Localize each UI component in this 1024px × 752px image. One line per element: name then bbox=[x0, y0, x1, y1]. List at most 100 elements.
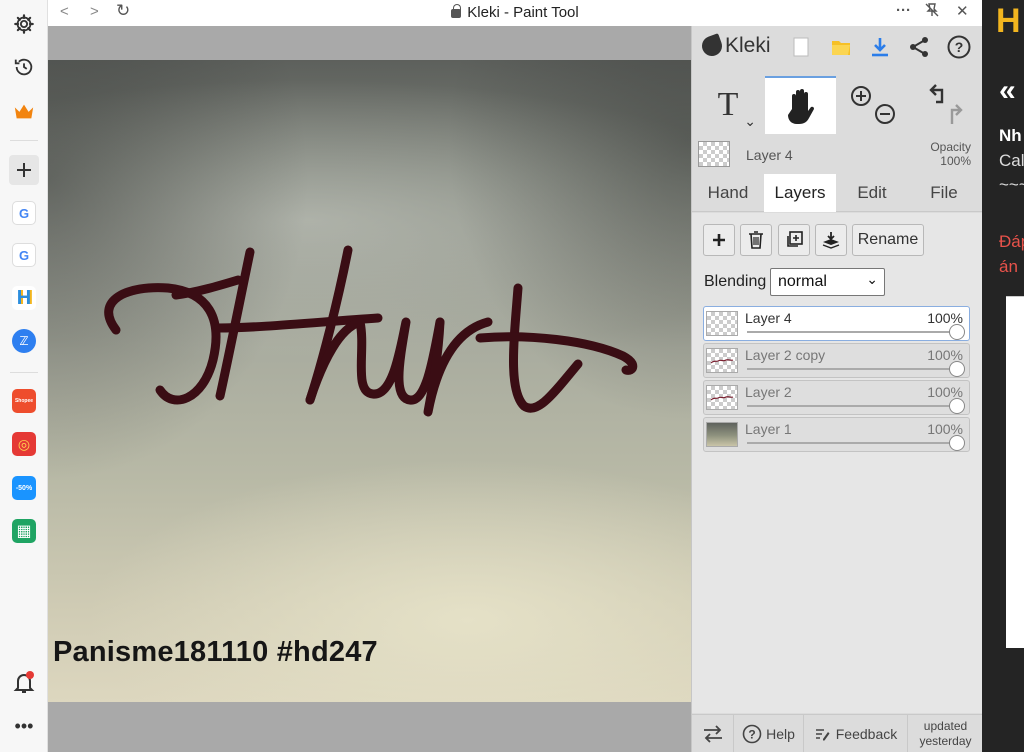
layers-panel: Rename Blending normal ⌄ Layer 4 100% La… bbox=[692, 213, 983, 713]
history-icon bbox=[14, 58, 33, 76]
sidebar-app-lazada-game[interactable]: ◎ bbox=[9, 429, 39, 459]
kleki-logo: Kleki bbox=[699, 33, 771, 59]
page-text-line: Nh bbox=[999, 126, 1022, 145]
hand-tool-button[interactable] bbox=[765, 76, 836, 134]
layer-item-4[interactable]: Layer 4 100% bbox=[703, 306, 970, 341]
premium-button[interactable] bbox=[9, 96, 39, 126]
back-arrow-icon[interactable]: « bbox=[999, 74, 1016, 108]
page-text-line: ~~~ bbox=[999, 175, 1024, 194]
notifications-button[interactable] bbox=[9, 668, 39, 698]
current-layer-bar: Layer 4 Opacity 100% bbox=[692, 136, 983, 174]
blending-select[interactable]: normal ⌄ bbox=[770, 268, 885, 296]
opacity-slider-handle[interactable] bbox=[949, 435, 965, 451]
opacity-slider-track[interactable] bbox=[747, 368, 955, 370]
folder-icon bbox=[832, 41, 850, 55]
layer-item-1[interactable]: Layer 1 100% bbox=[703, 417, 970, 452]
tab-hand[interactable]: Hand bbox=[692, 174, 764, 212]
page-text-line: Đáp bbox=[999, 232, 1024, 251]
layer-thumbnail bbox=[706, 422, 738, 447]
current-layer-name: Layer 4 bbox=[746, 147, 793, 163]
chevron-down-icon: ⌄ bbox=[866, 271, 878, 287]
layer-name: Layer 2 copy bbox=[745, 347, 826, 363]
tab-file[interactable]: File bbox=[908, 174, 980, 212]
lock-icon bbox=[451, 4, 462, 18]
tab-edit[interactable]: Edit bbox=[836, 174, 908, 212]
kleki-bird-icon bbox=[699, 33, 725, 59]
opacity-slider-track[interactable] bbox=[747, 442, 955, 444]
sidebar-app-google-1[interactable]: G bbox=[9, 198, 39, 228]
history-button[interactable] bbox=[9, 52, 39, 82]
zoom-buttons[interactable] bbox=[837, 76, 909, 134]
updated-info[interactable]: updated yesterday bbox=[908, 715, 983, 752]
sidebar-app-tiki[interactable]: -50% bbox=[9, 473, 39, 503]
swap-side-button[interactable] bbox=[692, 715, 734, 752]
sidebar-app-shopee[interactable]: Shopee bbox=[9, 386, 39, 416]
new-file-icon bbox=[793, 37, 809, 57]
sidebar-app-zalo[interactable]: ℤ bbox=[9, 326, 39, 356]
rename-layer-button[interactable]: Rename bbox=[852, 224, 924, 256]
hand-icon bbox=[787, 89, 814, 124]
opacity-slider-handle[interactable] bbox=[949, 324, 965, 340]
add-app-button[interactable] bbox=[9, 155, 39, 185]
svg-text:?: ? bbox=[748, 728, 755, 742]
page-text-line: Cal bbox=[999, 151, 1024, 170]
opacity-slider-handle[interactable] bbox=[949, 398, 965, 414]
settings-icon[interactable] bbox=[9, 9, 39, 39]
more-menu-icon[interactable]: ··· bbox=[896, 2, 911, 19]
add-layer-button[interactable] bbox=[703, 224, 735, 256]
browser-sidebar: G G H ℤ Shopee ◎ -50% ▦ ••• bbox=[0, 0, 48, 752]
help-footer-button[interactable]: ? Help bbox=[734, 715, 804, 752]
duplicate-icon bbox=[787, 231, 803, 247]
text-tool-button[interactable]: T ⌄ bbox=[692, 76, 764, 134]
feedback-icon bbox=[815, 729, 830, 741]
page-text-line: án bbox=[999, 257, 1018, 276]
opacity-readout: Opacity 100% bbox=[930, 140, 971, 168]
new-image-button[interactable] bbox=[788, 34, 814, 60]
close-icon[interactable]: ✕ bbox=[956, 2, 969, 20]
more-icon[interactable]: ••• bbox=[9, 711, 39, 741]
page-content-card bbox=[1006, 296, 1024, 648]
panel-header: Kleki ? bbox=[692, 26, 983, 68]
feedback-button[interactable]: Feedback bbox=[804, 715, 908, 752]
zalo-icon: ℤ bbox=[12, 329, 36, 353]
share-button[interactable] bbox=[906, 34, 932, 60]
hocmai-icon: H bbox=[12, 286, 36, 310]
layer-item-2-copy[interactable]: Layer 2 copy 100% bbox=[703, 343, 970, 378]
undo-redo-buttons[interactable] bbox=[910, 76, 982, 134]
watermark-text: Panisme181110 #hd247 bbox=[53, 636, 378, 668]
plus-icon bbox=[713, 234, 725, 246]
opacity-slider-track[interactable] bbox=[747, 331, 955, 333]
opacity-slider-handle[interactable] bbox=[949, 361, 965, 377]
tab-layers[interactable]: Layers bbox=[764, 174, 836, 212]
sidebar-divider bbox=[10, 372, 38, 373]
layer-name: Layer 1 bbox=[745, 421, 792, 437]
sidebar-app-sheets[interactable]: ▦ bbox=[9, 516, 39, 546]
sidebar-app-hocmai[interactable]: H bbox=[9, 283, 39, 313]
download-button[interactable] bbox=[867, 34, 893, 60]
trash-icon bbox=[749, 231, 763, 249]
zoom-in-out-icon bbox=[851, 86, 895, 124]
google-icon: G bbox=[12, 201, 36, 225]
tool-row: T ⌄ bbox=[692, 76, 983, 134]
layer-thumbnail bbox=[706, 385, 738, 410]
delete-layer-button[interactable] bbox=[740, 224, 772, 256]
drawing-canvas[interactable]: Panisme181110 #hd247 bbox=[48, 60, 691, 702]
canvas-area[interactable]: Panisme181110 #hd247 bbox=[48, 26, 691, 752]
open-button[interactable] bbox=[828, 34, 854, 60]
opacity-slider-track[interactable] bbox=[747, 405, 955, 407]
crown-icon bbox=[14, 104, 34, 119]
gear-icon bbox=[14, 14, 34, 34]
site-logo: H bbox=[996, 2, 1021, 40]
duplicate-layer-button[interactable] bbox=[778, 224, 810, 256]
sidebar-app-google-2[interactable]: G bbox=[9, 240, 39, 270]
tiki-icon: -50% bbox=[12, 476, 36, 500]
merge-down-button[interactable] bbox=[815, 224, 847, 256]
question-icon: ? bbox=[742, 724, 762, 744]
blending-label: Blending bbox=[704, 273, 767, 290]
unpin-icon[interactable] bbox=[924, 2, 940, 22]
layer-thumbnail bbox=[706, 348, 738, 373]
swap-arrows-icon bbox=[703, 725, 722, 743]
undo-redo-icon bbox=[929, 84, 963, 124]
help-button[interactable]: ? bbox=[946, 34, 972, 60]
layer-item-2[interactable]: Layer 2 100% bbox=[703, 380, 970, 415]
